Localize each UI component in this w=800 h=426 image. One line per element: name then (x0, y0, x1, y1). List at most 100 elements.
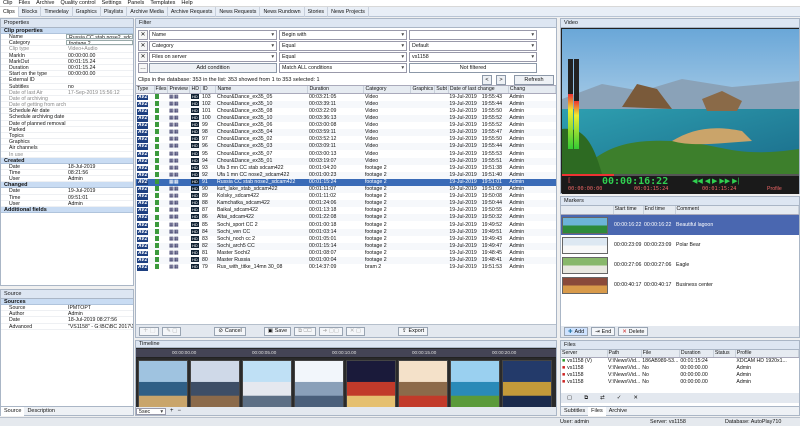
table-row[interactable]: AV2 ▦▦ HD 92 Ufa 1 mn CC nose2_sdcam422 00:01… (136, 171, 556, 179)
main-tab[interactable]: Archive Requests (168, 6, 217, 17)
column-header[interactable]: Path (607, 350, 642, 358)
save-button[interactable]: ▣ Save (263, 326, 292, 336)
zoom-out-icon[interactable]: − (178, 408, 182, 414)
property-value[interactable]: 00:01:15.24 (66, 65, 133, 70)
table-row[interactable]: AV2 ▦▦ HD 102 Chour&Dance_ex35_10 00:03:39:11… (136, 100, 556, 108)
video-preview[interactable] (562, 29, 799, 174)
table-row[interactable]: AV2 ▦▦ HD 84 Sochi_ven CC 00:01:03:14 footage … (136, 228, 556, 236)
end-marker-button[interactable]: ⇥ End (591, 327, 616, 336)
clock-tower-thumbnail[interactable] (346, 360, 396, 408)
filter-menu-button[interactable]: … (138, 63, 148, 73)
add-clip-button[interactable]: ＋ ▢ (139, 326, 160, 336)
main-tab[interactable]: Blocks (19, 6, 42, 17)
marker-row[interactable]: 00:00:23:09 00:00:23:09 Polar Bear (561, 235, 799, 255)
table-row[interactable]: AV2 ▦▦ HD 81 Master Sochi2 00:01:08:07 footage… (136, 249, 556, 257)
file-row[interactable]: ■ vs1158 (V) V:\News\Vid... 186AB989-53... 0… (561, 357, 799, 364)
marker-row[interactable]: 00:00:40:17 00:00:40:17 Business center (561, 275, 799, 295)
column-header[interactable]: Server (561, 350, 608, 358)
table-row[interactable]: AV2 ▦▦ HD 82 Sochi_arch5 CC 00:01:15:14 footag… (136, 242, 556, 250)
filter-value-input[interactable]: vs1158 (409, 52, 537, 62)
column-header[interactable]: Files (154, 86, 169, 94)
column-header[interactable]: End time (643, 206, 676, 215)
filter-field-select[interactable]: Name (149, 30, 277, 40)
property-value[interactable]: 00:01:15.24 (66, 59, 133, 64)
main-tab[interactable]: News Requests (216, 6, 261, 17)
filter-field-select[interactable]: Category (149, 41, 277, 51)
refresh-button[interactable]: Refresh (514, 75, 554, 85)
file-add-icon[interactable]: ▢ (567, 395, 572, 401)
main-tab[interactable]: News Projects (328, 6, 369, 17)
property-value[interactable]: 08:21:56 (66, 170, 133, 175)
table-row[interactable]: AV2 ▦▦ HD 103 Chour&Dance_ex35_05 00:03:21:05… (136, 93, 556, 101)
property-value[interactable]: IPMTOPT (66, 305, 133, 310)
main-tab[interactable]: Archive Media (127, 6, 168, 17)
table-row[interactable]: AV2 ▦▦ HD 83 Sochi_noch cc 2 00:01:05:01 foota… (136, 235, 556, 243)
additional-fields-section[interactable]: Additional fields (1, 206, 133, 213)
main-tab[interactable]: Clips (0, 6, 19, 17)
cancel-button[interactable]: ⊘ Cancel (214, 326, 246, 336)
add-condition-button[interactable]: Add condition (149, 63, 277, 73)
file-row[interactable]: ■ vs1158 V:\News\Vid... No 00:00:00.00 Admin (561, 379, 799, 386)
marker-row[interactable]: 00:00:27:06 00:00:27:06 Eagle (561, 255, 799, 275)
coast-thumbnail[interactable] (450, 360, 500, 408)
column-header[interactable]: Category (363, 86, 412, 94)
property-value[interactable]: 09:51:01 (66, 195, 133, 200)
property-value[interactable]: Admin (66, 176, 133, 181)
marker-row[interactable]: 00:00:16:22 00:00:16:22 Beautiful lagoon (561, 214, 799, 235)
column-header[interactable]: HD (189, 86, 202, 94)
property-value[interactable]: no (66, 84, 133, 89)
column-header[interactable]: Preview (167, 86, 191, 94)
column-header[interactable]: Comment (675, 206, 799, 215)
filter-field-select[interactable]: Files on server (149, 52, 277, 62)
zoom-in-icon[interactable]: + (170, 408, 174, 414)
property-value[interactable] (66, 108, 133, 113)
property-value[interactable] (66, 127, 133, 132)
timeline-zoom-select[interactable]: 5sec (136, 407, 166, 415)
city-thumbnail[interactable] (190, 360, 240, 408)
column-header[interactable]: Duration (307, 86, 365, 94)
file-row[interactable]: ■ vs1158 V:\News\Vid... No 00:00:00.00 Admin (561, 372, 799, 379)
edit-clip-button[interactable]: ✎ ▢ (162, 326, 182, 336)
tab-source[interactable]: Source (1, 406, 25, 416)
table-row[interactable]: AV2 ▦▦ HD 95 Chour&Dance_ex35_07 00:03:00:13 V… (136, 150, 556, 158)
main-tab[interactable]: Timedelay (41, 6, 73, 17)
table-row[interactable]: AV2 ▦▦ HD 86 Altai_sdcam422 00:01:22:08 footag… (136, 214, 556, 222)
property-value[interactable] (66, 121, 133, 126)
files-tab[interactable]: Files (588, 406, 606, 416)
file-check-icon[interactable]: ✓ (617, 395, 622, 401)
harbor-thumbnail[interactable] (242, 360, 292, 408)
column-header[interactable]: Graphics (410, 86, 436, 94)
remove-condition-icon[interactable]: ✕ (138, 41, 148, 51)
column-header[interactable]: Start time (613, 206, 644, 215)
property-value[interactable] (66, 77, 133, 82)
cathedral-thumbnail[interactable] (398, 360, 448, 408)
table-row[interactable]: AV2 ▦▦ HD 80 Master Russia 00:01:00:04 footage… (136, 256, 556, 264)
delete-marker-button[interactable]: ✕ Delete (618, 327, 649, 336)
table-row[interactable]: AV2 ▦▦ HD 97 Chour&Dance_ex35_02 00:03:52:12 V… (136, 136, 556, 143)
column-header[interactable]: Duration (679, 350, 714, 358)
table-row[interactable]: AV2 ▦▦ HD 85 Sochi_sport CC 2 00:01:00:18 foot… (136, 221, 556, 228)
next-page-button[interactable]: > (496, 75, 506, 85)
column-header[interactable]: Status (713, 350, 736, 358)
main-tab[interactable]: Stories (305, 6, 329, 17)
timeline-ruler[interactable]: 00:00:00.00 00:00:05.00 00:00:10.00 00:00:1… (136, 349, 556, 358)
mark-in-icon[interactable]: ⟦ (568, 177, 571, 184)
column-header[interactable]: Date of last change (448, 86, 509, 94)
file-move-icon[interactable]: ⇄ (600, 395, 605, 401)
filter-operator-select[interactable]: Begin with (279, 30, 407, 40)
copy-button[interactable]: ⧉ ▢▢ (294, 326, 316, 336)
property-value[interactable]: Admin (66, 201, 133, 206)
column-header[interactable]: Subt (434, 86, 449, 94)
table-row[interactable]: AV2 ▦▦ HD 101 Chour&Dance_ex35_08 00:03:22:09… (136, 108, 556, 115)
main-tab[interactable]: Playlists (101, 6, 128, 17)
property-value[interactable] (66, 114, 133, 119)
table-row[interactable]: AV2 ▦▦ HD 99 Chour&Dance_ex35_06 00:03:00:08 V… (136, 122, 556, 129)
landscape-thumbnail[interactable] (138, 360, 188, 408)
delete-clip-button[interactable]: ✕ ▢ (345, 326, 365, 336)
filter-operator-select[interactable]: Equal (279, 41, 407, 51)
prev-page-button[interactable]: < (482, 75, 492, 85)
filter-value-input[interactable] (409, 30, 537, 40)
file-row[interactable]: ■ vs1158 V:\News\Vid... No 00:00:00.00 Admin (561, 365, 799, 372)
property-value[interactable]: footage 2 (66, 40, 133, 46)
main-tab[interactable]: Graphics (73, 6, 101, 17)
